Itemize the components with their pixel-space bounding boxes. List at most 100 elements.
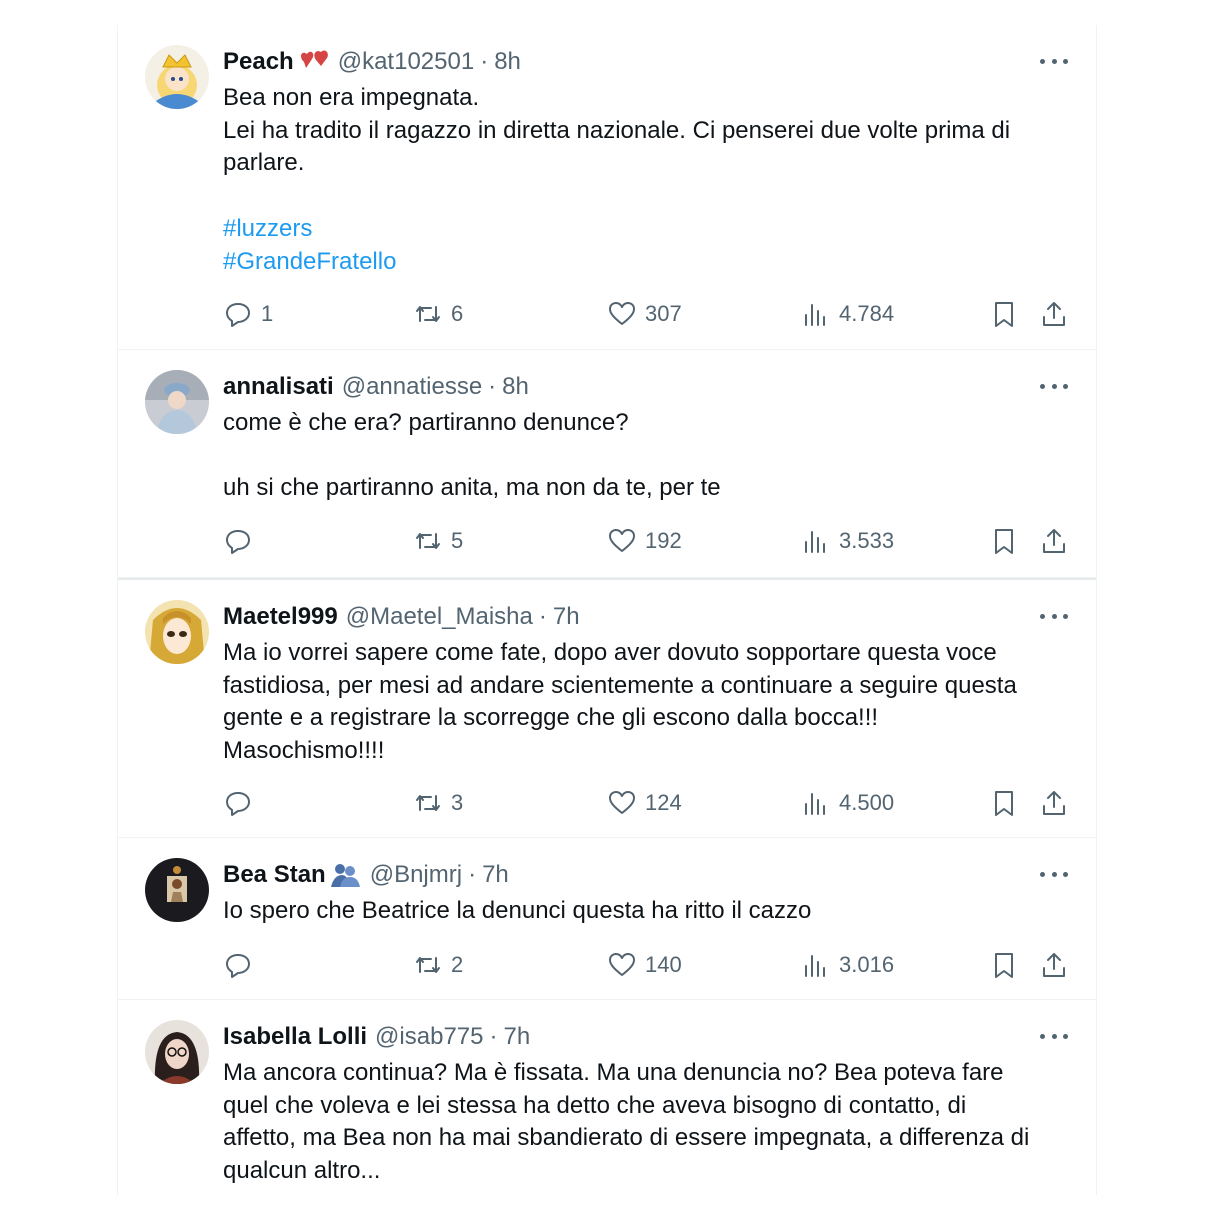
more-options-icon[interactable] (1040, 864, 1068, 884)
views-count: 3.016 (839, 952, 895, 977)
separator-dot: · (538, 603, 547, 630)
action-bar: 1 6 307 4.784 (223, 297, 1073, 331)
tweet-header: Bea Stan @Bnjmrj · 7h (223, 859, 509, 891)
text-line: Io spero che Beatrice la denunci questa … (223, 897, 812, 924)
display-name[interactable]: Peach (223, 46, 294, 78)
reply-icon (226, 954, 250, 978)
bookmark-icon (995, 953, 1013, 978)
photo-avatar-icon (145, 858, 209, 922)
retweet-button[interactable]: 2 (413, 950, 463, 980)
share-button[interactable] (1039, 788, 1069, 818)
display-name[interactable]: annalisati (223, 371, 334, 403)
retweet-button[interactable]: 3 (413, 788, 463, 818)
retweet-icon (416, 306, 440, 322)
text-line: Bea non era impegnata. (223, 84, 480, 111)
avatar[interactable] (145, 370, 209, 434)
timestamp[interactable]: 7h (553, 601, 580, 633)
share-icon (1043, 529, 1065, 553)
views-button[interactable]: 4.784 (801, 299, 894, 329)
more-options-icon[interactable] (1040, 1026, 1068, 1046)
share-icon (1043, 791, 1065, 815)
more-options-icon[interactable] (1040, 376, 1068, 396)
views-icon (805, 793, 825, 815)
text-line: quel che voleva e lei stessa ha detto ch… (223, 1091, 967, 1119)
timestamp[interactable]: 7h (482, 859, 509, 891)
action-bar: 2 140 3.016 (223, 948, 1073, 982)
reply-feed: Peach @kat102501 · 8h Bea non era impegn… (117, 25, 1097, 1195)
like-count: 307 (645, 301, 682, 326)
bookmark-button[interactable] (989, 299, 1019, 329)
share-button[interactable] (1039, 299, 1069, 329)
reply-count: 1 (261, 301, 274, 326)
views-button[interactable]: 3.016 (801, 950, 894, 980)
text-line: come è che era? partiranno denunce? (223, 409, 629, 436)
hashtag-link[interactable]: #GrandeFratello (223, 246, 1083, 279)
like-button[interactable]: 140 (607, 950, 682, 980)
timestamp[interactable]: 8h (502, 371, 529, 403)
reply-button[interactable] (223, 788, 253, 818)
text-line: qualcun altro... (223, 1157, 381, 1185)
more-options-icon[interactable] (1040, 51, 1068, 71)
tweet[interactable]: annalisati @annatiesse · 8h come è che e… (118, 350, 1096, 578)
tweet[interactable]: Maetel999 @Maetel_Maisha · 7h Ma io vorr… (118, 578, 1096, 838)
text-line: Masochismo!!!! (223, 737, 385, 765)
separator-dot: · (489, 1023, 498, 1050)
share-icon (1043, 302, 1065, 326)
reply-icon (226, 792, 250, 816)
like-button[interactable]: 307 (607, 299, 682, 329)
bookmark-button[interactable] (989, 950, 1019, 980)
views-count: 3.533 (839, 528, 895, 553)
user-handle[interactable]: @Bnjmrj (370, 859, 462, 891)
separator-dot: · (480, 48, 489, 75)
timestamp[interactable]: 7h (503, 1021, 530, 1053)
anime-avatar-icon (145, 600, 209, 664)
avatar[interactable] (145, 600, 209, 664)
share-button[interactable] (1039, 526, 1069, 556)
reply-button[interactable] (223, 526, 253, 556)
reply-button[interactable] (223, 950, 253, 980)
reply-icon (226, 303, 250, 327)
peach-avatar-icon (145, 45, 209, 109)
retweet-button[interactable]: 5 (413, 526, 463, 556)
display-name[interactable]: Maetel999 (223, 601, 338, 633)
avatar[interactable] (145, 858, 209, 922)
tweet-header: Isabella Lolli @isab775 · 7h (223, 1021, 530, 1053)
timestamp[interactable]: 8h (494, 46, 521, 78)
display-name[interactable]: Isabella Lolli (223, 1021, 367, 1053)
retweet-icon (416, 957, 440, 973)
tweet[interactable]: Peach @kat102501 · 8h Bea non era impegn… (118, 25, 1096, 350)
user-handle[interactable]: @Maetel_Maisha (346, 601, 533, 633)
separator-dot: · (468, 861, 477, 888)
avatar[interactable] (145, 1020, 209, 1084)
hashtag-link[interactable]: #luzzers (223, 213, 1083, 246)
share-button[interactable] (1039, 950, 1069, 980)
like-button[interactable]: 192 (607, 526, 682, 556)
user-handle[interactable]: @annatiesse (342, 371, 482, 403)
action-bar: 3 124 4.500 (223, 786, 1073, 820)
avatar[interactable] (145, 45, 209, 109)
tweet[interactable]: Isabella Lolli @isab775 · 7h Ma ancora c… (118, 1000, 1096, 1195)
user-handle[interactable]: @isab775 (375, 1021, 483, 1053)
separator-dot: · (488, 373, 497, 400)
retweet-button[interactable]: 6 (413, 299, 463, 329)
reply-button[interactable]: 1 (223, 299, 273, 329)
bookmark-button[interactable] (989, 526, 1019, 556)
tweet-header: Peach @kat102501 · 8h (223, 46, 521, 78)
retweet-count: 2 (451, 952, 464, 977)
text-line (223, 180, 1083, 213)
text-line: Ma io vorrei sapere come fate, dopo aver… (223, 639, 997, 666)
text-line: fastidiosa, per mesi ad andare scienteme… (223, 671, 1017, 699)
two-hearts-icon (300, 50, 328, 68)
retweet-count: 6 (451, 301, 464, 326)
views-button[interactable]: 3.533 (801, 526, 894, 556)
display-name[interactable]: Bea Stan (223, 859, 326, 891)
more-options-icon[interactable] (1040, 606, 1068, 626)
views-button[interactable]: 4.500 (801, 788, 894, 818)
tweet-text: Ma ancora continua? Ma è fissata. Ma una… (223, 1057, 1083, 1188)
bookmark-icon (995, 302, 1013, 327)
user-handle[interactable]: @kat102501 (338, 46, 474, 78)
like-button[interactable]: 124 (607, 788, 682, 818)
bookmark-button[interactable] (989, 788, 1019, 818)
like-count: 192 (645, 528, 682, 553)
tweet[interactable]: Bea Stan @Bnjmrj · 7h Io spero che Beatr… (118, 838, 1096, 1000)
